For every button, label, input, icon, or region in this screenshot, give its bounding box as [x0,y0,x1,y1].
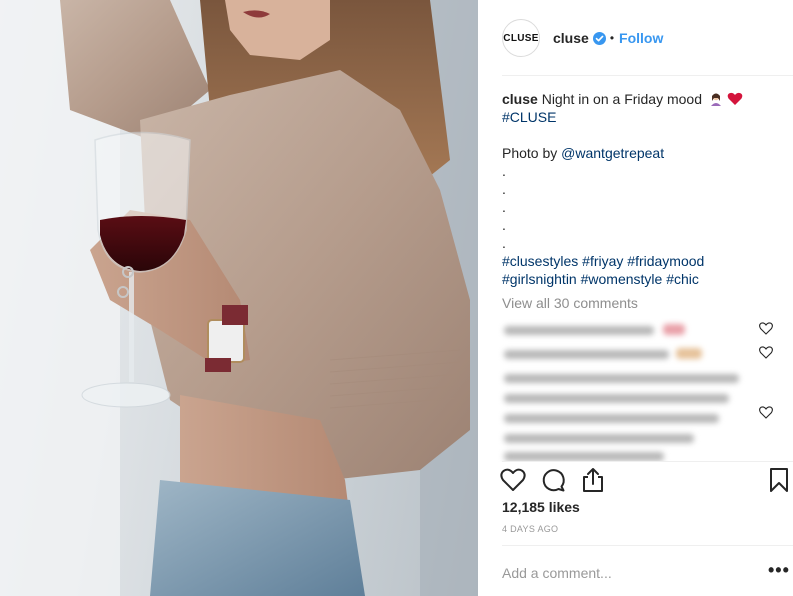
hashtag-chic[interactable]: #chic [666,271,699,287]
post-header: CLUSE cluse • Follow [478,0,793,76]
hashtag-cluse[interactable]: #CLUSE [502,108,772,126]
caption-dot: . [502,235,506,251]
separator-dot: • [609,31,615,45]
photo-illustration [0,0,478,596]
add-comment-section: ••• [478,545,793,596]
caption-dot: . [502,163,506,179]
hashtag-womenstyle[interactable]: #womenstyle [581,271,663,287]
post-timestamp[interactable]: 4 DAYS AGO [502,524,558,534]
avatar[interactable]: CLUSE [502,19,540,57]
caption-username[interactable]: cluse [502,91,538,107]
post-caption: cluse Night in on a Friday mood #CLUSE P… [502,90,772,288]
blurred-comments [498,318,750,462]
comment-like-heart-icon[interactable] [759,322,773,335]
hashtag-girlsnightin[interactable]: #girlsnightin [502,271,577,287]
bookmark-icon[interactable] [765,466,793,494]
hashtag-clusestyles[interactable]: #clusestyles [502,253,578,269]
comment-like-heart-icon[interactable] [759,406,773,419]
caption-text: Night in on a Friday mood [541,91,703,107]
follow-button[interactable]: Follow [619,30,663,46]
photo-by-label: Photo by [502,145,558,161]
caption-dot: . [502,181,506,197]
caption-dot: . [502,199,506,215]
heart-icon[interactable] [499,466,527,494]
hashtag-friyay[interactable]: #friyay [582,253,623,269]
username-link[interactable]: cluse [553,30,589,46]
post-details-panel: CLUSE cluse • Follow cluse Night in on a… [478,0,793,596]
comment-bubble-icon[interactable] [539,466,567,494]
verified-badge-icon [592,31,606,45]
post-photo[interactable] [0,0,478,596]
photo-by-handle[interactable]: @wantgetrepeat [561,145,664,161]
view-all-comments-link[interactable]: View all 30 comments [502,295,638,311]
more-options-button[interactable]: ••• [768,561,790,579]
woman-emoji-icon [710,93,721,106]
caption-dot: . [502,217,506,233]
heart-emoji-icon [727,92,743,105]
post-actions-bar [478,461,793,496]
likes-count[interactable]: 12,185 likes [502,499,580,515]
hashtag-fridaymood[interactable]: #fridaymood [627,253,704,269]
share-icon[interactable] [579,466,607,494]
comment-like-heart-icon[interactable] [759,346,773,359]
add-comment-input[interactable] [502,563,732,583]
